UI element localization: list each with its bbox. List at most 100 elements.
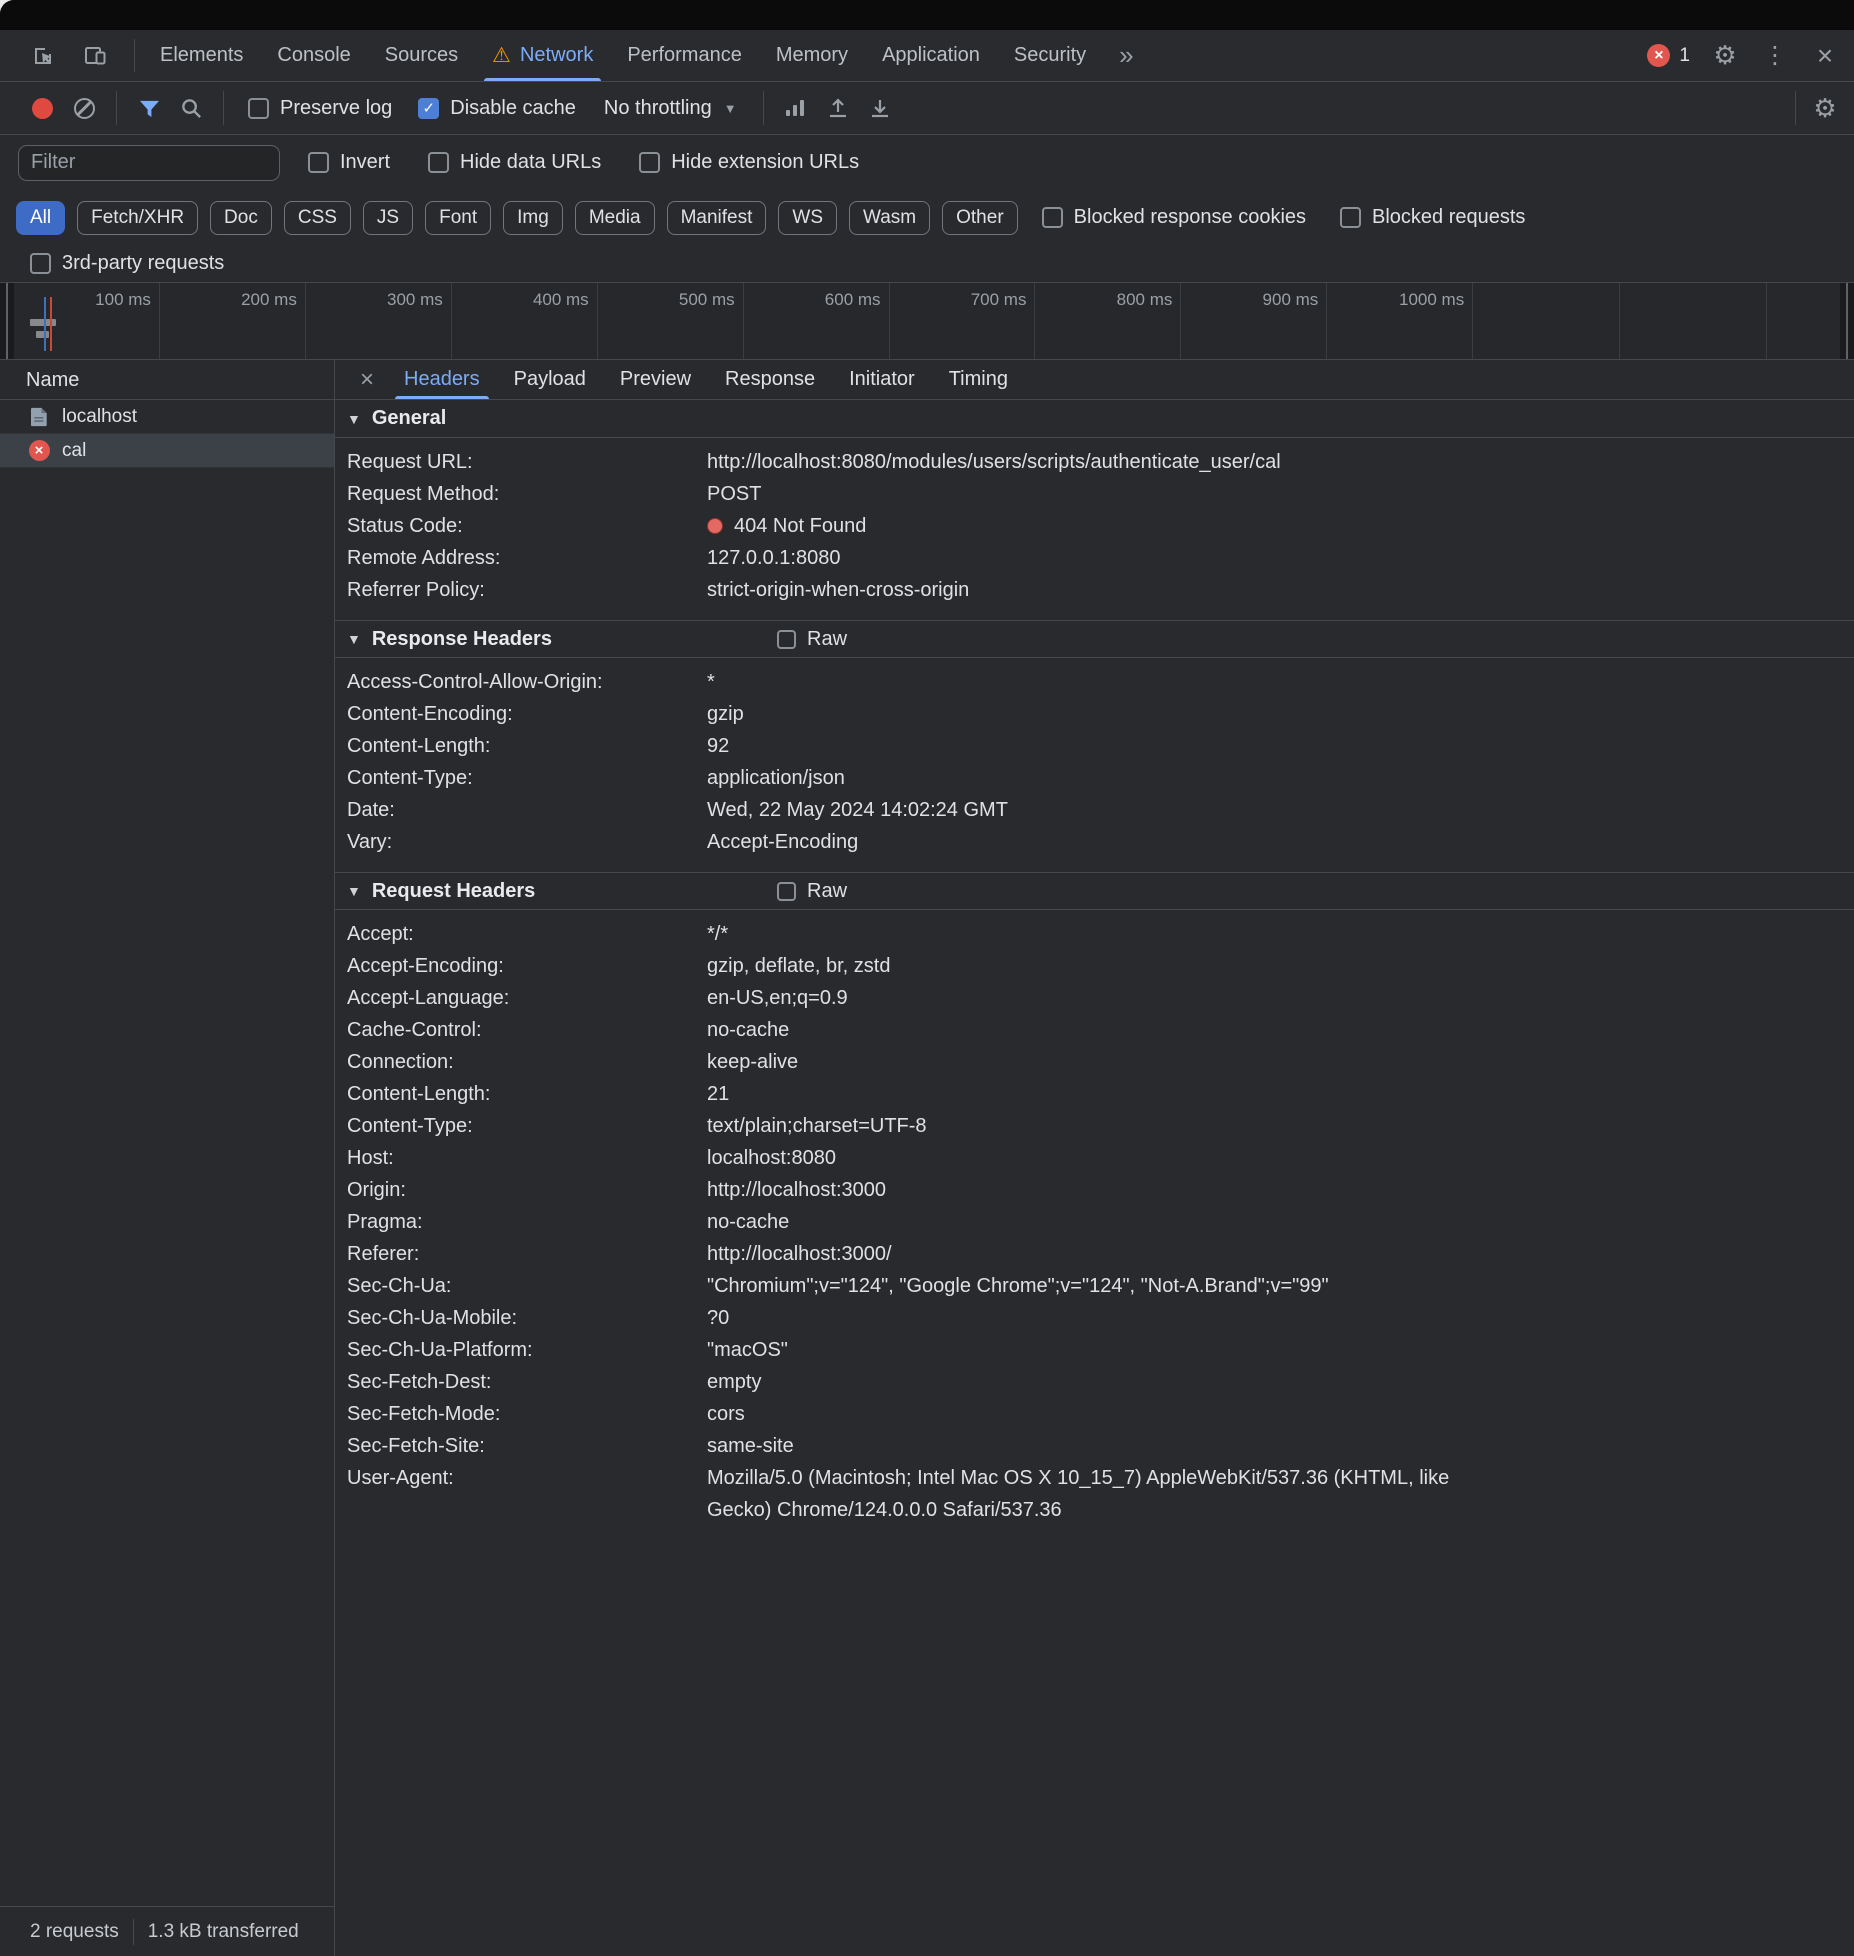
filter-chip[interactable]: Doc	[210, 200, 272, 235]
filter-chip[interactable]: Other	[942, 200, 1018, 235]
transferred-size: 1.3 kB transferred	[132, 1918, 313, 1945]
throttling-select[interactable]: No throttling ▼	[592, 97, 749, 120]
third-party-requests-checkbox[interactable]: 3rd-party requests	[20, 252, 234, 275]
export-har-icon[interactable]	[862, 89, 898, 127]
main-panel-tab[interactable]: ⚠ Performance	[610, 30, 759, 81]
header-value: text/plain;charset=UTF-8	[707, 1110, 1477, 1142]
requests-name-column-header[interactable]: Name	[0, 360, 334, 400]
main-panel-tab[interactable]: ⚠ Sources	[368, 30, 475, 81]
hide-data-urls-checkbox[interactable]: Hide data URLs	[418, 151, 611, 174]
filter-chip[interactable]: Fetch/XHR	[77, 200, 199, 235]
import-har-icon[interactable]	[820, 89, 856, 127]
request-headers-entries: Accept: */* Accept-Encoding: gzip, defla…	[335, 910, 1854, 1540]
timeline-tick-label: 600 ms	[824, 290, 881, 309]
triangle-down-icon: ▼	[347, 410, 361, 427]
inspect-element-icon[interactable]	[22, 36, 64, 76]
response-headers-raw-checkbox[interactable]: Raw	[777, 621, 847, 657]
kebab-menu-icon[interactable]: ⋮	[1760, 36, 1790, 76]
blocked-response-cookies-checkbox[interactable]: Blocked response cookies	[1032, 206, 1316, 229]
check-icon: ✓	[422, 99, 436, 117]
checkbox-unchecked-icon	[248, 97, 269, 119]
network-settings-gear-icon[interactable]: ⚙	[1810, 88, 1840, 128]
header-key: Content-Length:	[347, 735, 491, 757]
detail-tab[interactable]: Headers	[387, 360, 497, 399]
disable-cache-checkbox[interactable]: ✓ Disable cache	[408, 97, 586, 120]
devtools-main-tabbar: ⚠ Elements ⚠ Console ⚠ Sources ⚠ Network	[0, 30, 1854, 82]
divider	[116, 91, 117, 125]
filter-chip[interactable]: Media	[574, 200, 655, 235]
checkbox-unchecked-icon	[428, 152, 450, 173]
close-details-icon[interactable]: ×	[347, 360, 387, 399]
clear-network-log-button[interactable]	[66, 89, 102, 127]
header-key: Cache-Control:	[347, 1019, 482, 1041]
header-kv-row: Status Code: 404 Not Found	[335, 510, 1854, 542]
clear-icon	[73, 97, 95, 119]
main-panel-tab[interactable]: ⚠ Network	[475, 30, 610, 81]
settings-gear-icon[interactable]: ⚙	[1710, 36, 1740, 76]
section-title: General	[371, 407, 447, 429]
header-value-text: empty	[707, 1371, 762, 1393]
filter-chip[interactable]: CSS	[283, 200, 351, 235]
triangle-down-icon: ▼	[347, 883, 361, 899]
response-headers-section-header[interactable]: ▼ Response Headers Raw	[335, 620, 1854, 658]
detail-tab[interactable]: Response	[708, 360, 832, 399]
request-headers-raw-checkbox[interactable]: Raw	[777, 873, 847, 909]
tab-label: Application	[882, 44, 980, 66]
overview-left-handle[interactable]	[0, 283, 14, 359]
detail-tab[interactable]: Initiator	[832, 360, 932, 399]
header-value-text: http://localhost:3000	[707, 1179, 887, 1201]
tab-label: Performance	[627, 44, 742, 66]
blocked-requests-checkbox[interactable]: Blocked requests	[1330, 206, 1535, 229]
request-list-empty-space	[0, 468, 334, 1906]
filter-chip[interactable]: All	[16, 200, 66, 235]
detail-tab[interactable]: Preview	[603, 360, 708, 399]
request-headers-section-header[interactable]: ▼ Request Headers Raw	[335, 872, 1854, 910]
network-conditions-icon[interactable]	[778, 89, 814, 127]
overview-right-handle[interactable]	[1840, 283, 1854, 359]
header-key: Sec-Ch-Ua-Platform:	[347, 1339, 533, 1361]
filter-chip[interactable]: JS	[362, 200, 414, 235]
header-kv-row: Sec-Fetch-Mode: cors	[335, 1398, 1854, 1430]
error-count-badge[interactable]: 1	[1647, 44, 1690, 67]
main-panel-tab[interactable]: ⚠ Security	[997, 30, 1103, 81]
header-value: gzip	[707, 698, 1477, 730]
filter-chip[interactable]: Font	[425, 200, 492, 235]
main-panel-tab[interactable]: ⚠ Memory	[759, 30, 865, 81]
detail-tab[interactable]: Timing	[932, 360, 1025, 399]
header-value: no-cache	[707, 1014, 1477, 1046]
detail-tab[interactable]: Payload	[497, 360, 603, 399]
request-name: localhost	[62, 405, 137, 427]
filter-toggle-icon[interactable]	[131, 89, 167, 127]
general-section-header[interactable]: ▼ General	[335, 400, 1854, 438]
request-type-filter-row: All Fetch/XHR Doc CSS JS Font Img Media …	[0, 190, 1854, 245]
filter-input[interactable]	[18, 144, 280, 181]
filter-chip[interactable]: WS	[778, 200, 837, 235]
invert-checkbox[interactable]: Invert	[298, 151, 400, 174]
header-kv-row: Referer: http://localhost:3000/	[335, 1238, 1854, 1270]
error-icon	[28, 440, 50, 461]
request-row[interactable]: localhost	[0, 400, 334, 434]
tabbar-right-controls: 1 ⚙ ⋮ ×	[1647, 30, 1840, 81]
main-panel-tab[interactable]: ⚠ Console	[260, 30, 367, 81]
checkbox-unchecked-icon	[777, 629, 796, 649]
filter-chip[interactable]: Wasm	[849, 200, 931, 235]
main-panel-tab[interactable]: ⚠ Application	[865, 30, 997, 81]
main-panel-tab[interactable]: ⚠ Elements	[143, 30, 260, 81]
filter-chip[interactable]: Img	[503, 200, 563, 235]
preserve-log-checkbox[interactable]: Preserve log	[238, 97, 402, 120]
network-overview-timeline[interactable]: 100 ms 200 ms 300 ms 400 ms 500 ms 600 m…	[0, 283, 1854, 360]
timeline-grid: 100 ms 200 ms 300 ms 400 ms 500 ms 600 m…	[14, 283, 1474, 359]
hide-extension-urls-checkbox[interactable]: Hide extension URLs	[629, 151, 869, 174]
record-network-log-button[interactable]	[24, 89, 60, 127]
close-devtools-icon[interactable]: ×	[1810, 36, 1840, 76]
device-toolbar-icon[interactable]	[74, 36, 116, 76]
request-row[interactable]: cal	[0, 434, 334, 468]
network-summary-bar: 2 requests 1.3 kB transferred	[0, 1906, 334, 1956]
header-kv-row: Content-Type: text/plain;charset=UTF-8	[335, 1110, 1854, 1142]
header-kv-row: Content-Type: application/json	[335, 762, 1854, 794]
section-title: Response Headers	[371, 627, 552, 650]
filter-chip[interactable]: Manifest	[666, 200, 767, 235]
search-icon[interactable]	[173, 89, 209, 127]
devtools-window: ⚠ Elements ⚠ Console ⚠ Sources ⚠ Network	[0, 0, 1854, 1956]
more-tabs-chevron-icon[interactable]: »	[1103, 30, 1149, 81]
